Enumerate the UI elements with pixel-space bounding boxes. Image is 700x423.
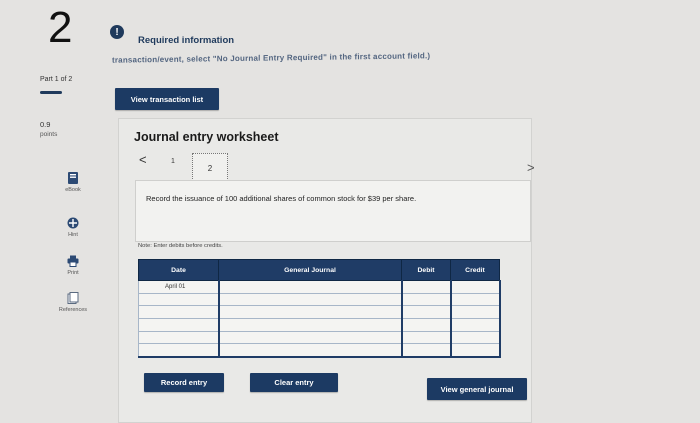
sidebar-item-print[interactable]: Print [48, 255, 98, 276]
debit-field[interactable] [400, 343, 451, 359]
clear-entry-button[interactable]: Clear entry [250, 373, 338, 392]
part-progress-bar [40, 91, 62, 94]
column-header-debit: Debit [401, 259, 451, 281]
view-transaction-list-button[interactable]: View transaction list [115, 88, 219, 110]
debits-note: Note: Enter debits before credits. [138, 243, 223, 249]
debit-field[interactable] [400, 318, 451, 332]
transaction-instruction: Record the issuance of 100 additional sh… [146, 194, 417, 203]
worksheet-tab-2[interactable]: 2 [192, 153, 228, 183]
credit-field[interactable] [449, 318, 501, 332]
date-cell[interactable] [138, 330, 219, 345]
table-row [138, 292, 501, 307]
alert-icon: ! [110, 25, 124, 39]
credit-field[interactable] [449, 343, 501, 359]
points-value: 0.9 [40, 120, 51, 129]
ebook-icon [67, 172, 79, 184]
date-cell[interactable] [138, 305, 219, 320]
table-row [138, 330, 501, 345]
worksheet-tab-1[interactable]: 1 [171, 158, 175, 165]
hint-icon [67, 217, 79, 229]
required-information-label: Required information [138, 34, 235, 46]
account-field[interactable] [217, 330, 402, 345]
sidebar-item-references[interactable]: References [48, 292, 98, 313]
debit-field[interactable] [400, 305, 451, 320]
points-label: points [40, 131, 58, 138]
account-field[interactable] [217, 318, 402, 332]
question-number: 2 [48, 3, 73, 52]
credit-field[interactable] [449, 280, 501, 294]
column-header-date: Date [138, 259, 219, 281]
sidebar-item-hint[interactable]: Hint [48, 217, 98, 238]
worksheet-title: Journal entry worksheet [134, 130, 279, 144]
view-general-journal-button[interactable]: View general journal [427, 378, 527, 400]
debit-field[interactable] [400, 330, 451, 345]
account-field[interactable] [217, 343, 402, 359]
credit-field[interactable] [449, 305, 501, 320]
journal-entry-table: Date General Journal Debit Credit April … [138, 259, 501, 359]
references-icon [67, 292, 79, 304]
column-header-credit: Credit [450, 259, 500, 281]
chevron-left-icon[interactable]: < [139, 152, 147, 167]
credit-field[interactable] [449, 330, 501, 345]
table-row: April 01 [138, 280, 501, 294]
record-entry-button[interactable]: Record entry [144, 373, 224, 392]
part-indicator: Part 1 of 2 [40, 76, 73, 83]
credit-field[interactable] [449, 292, 501, 307]
account-field[interactable] [217, 305, 402, 320]
date-cell[interactable]: April 01 [138, 280, 219, 294]
date-cell[interactable] [138, 318, 219, 332]
table-row [138, 343, 501, 359]
date-cell[interactable] [138, 343, 219, 359]
sidebar-item-label: Hint [68, 232, 78, 238]
print-icon [67, 255, 79, 267]
date-cell[interactable] [138, 292, 219, 307]
sidebar-item-label: Print [67, 270, 79, 276]
column-header-general-journal: General Journal [218, 259, 402, 281]
debit-field[interactable] [400, 280, 451, 294]
instruction-box [135, 180, 531, 242]
account-field[interactable] [217, 292, 402, 307]
chevron-right-icon[interactable]: > [527, 160, 535, 175]
sidebar-item-label: References [58, 307, 88, 313]
table-row [138, 305, 501, 320]
required-information[interactable]: ! Required information [110, 25, 235, 50]
table-row [138, 318, 501, 332]
instruction-cutoff-text: transaction/event, select "No Journal En… [112, 51, 431, 65]
account-field[interactable] [217, 280, 402, 294]
sidebar-item-ebook[interactable]: eBook [48, 172, 98, 193]
debit-field[interactable] [400, 292, 451, 307]
sidebar-item-label: eBook [65, 187, 81, 193]
